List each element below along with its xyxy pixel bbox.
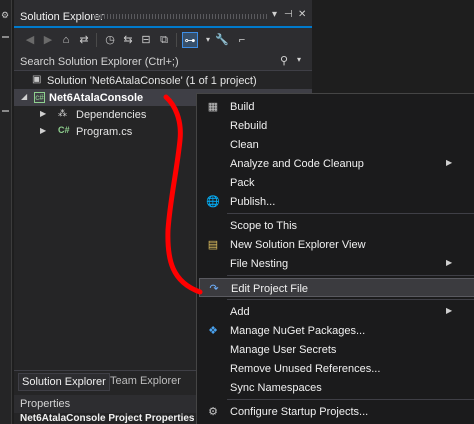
menu-item-analyze[interactable]: Analyze and Code Cleanup ▶ [199, 154, 474, 173]
publish-icon: 🌐 [206, 196, 220, 208]
collapsed-icon[interactable]: ▶ [40, 109, 46, 118]
menu-item-file-nesting[interactable]: File Nesting ▶ [199, 254, 474, 273]
search-icon[interactable]: ⚲ [280, 54, 288, 67]
collapse-all-icon[interactable]: ⊟ [138, 32, 154, 48]
menu-item-new-view[interactable]: ▤ New Solution Explorer View [199, 235, 474, 254]
menu-separator [227, 299, 474, 300]
solution-icon: ▣ [32, 74, 42, 85]
title-grip[interactable] [92, 14, 268, 19]
pin-icon[interactable]: ⊣ [284, 9, 293, 20]
dependencies-label: Dependencies [76, 109, 147, 121]
menu-item-clean[interactable]: Clean [199, 135, 474, 154]
menu-item-rebuild[interactable]: Rebuild [199, 116, 474, 135]
menu-item-user-secrets[interactable]: Manage User Secrets [199, 340, 474, 359]
menu-separator [227, 275, 474, 276]
program-label: Program.cs [76, 126, 133, 138]
nuget-icon: ❖ [208, 325, 218, 337]
show-all-files-icon[interactable]: ⧉ [156, 32, 172, 48]
gear-icon[interactable]: ⚙ [1, 10, 9, 21]
sync-icon[interactable]: ⇆ [120, 32, 136, 48]
build-icon: ▦ [207, 101, 219, 113]
submenu-arrow-icon: ▶ [446, 258, 453, 267]
menu-item-publish[interactable]: 🌐 Publish... [199, 192, 474, 211]
edit-file-icon: ↷ [209, 283, 219, 295]
menu-item-scope[interactable]: Scope to This [199, 216, 474, 235]
project-label: Net6AtalaConsole [49, 92, 144, 104]
menu-item-add[interactable]: Add ▶ [199, 302, 474, 321]
settings-icon: ⚙ [208, 406, 218, 418]
close-icon[interactable]: ✕ [298, 9, 306, 20]
menu-item-build[interactable]: ▦ Build [199, 97, 474, 116]
forward-icon[interactable]: ▶ [40, 32, 56, 48]
home-icon[interactable]: ⌂ [58, 32, 74, 48]
tab-team-explorer[interactable]: Team Explorer [110, 375, 181, 387]
properties-icon[interactable]: 🔧 [214, 32, 230, 48]
strip-marker-icon [2, 36, 9, 38]
tab-solution-explorer[interactable]: Solution Explorer [18, 373, 110, 391]
strip-marker-icon [2, 110, 9, 112]
submenu-arrow-icon: ▶ [446, 306, 453, 315]
dropdown-icon[interactable]: ▾ [272, 9, 277, 20]
menu-item-sync-namespaces[interactable]: Sync Namespaces [199, 378, 474, 397]
collapsed-icon[interactable]: ▶ [40, 126, 46, 135]
search-input[interactable]: Search Solution Explorer (Ctrl+;) [20, 56, 179, 68]
menu-item-startup[interactable]: ⚙ Configure Startup Projects... [199, 402, 474, 421]
menu-item-nuget[interactable]: ❖ Manage NuGet Packages... [199, 321, 474, 340]
properties-object-label: Net6AtalaConsole Project Properties [20, 413, 195, 424]
csharp-project-icon: c# [34, 92, 45, 103]
menu-separator [227, 213, 474, 214]
back-icon[interactable]: ◀ [22, 32, 38, 48]
menu-item-remove-refs[interactable]: Remove Unused References... [199, 359, 474, 378]
expanded-icon[interactable]: ◢ [21, 92, 27, 101]
dependencies-icon: ⁂ [58, 108, 67, 118]
solution-node[interactable]: ▣ Solution 'Net6AtalaConsole' (1 of 1 pr… [14, 72, 312, 89]
left-tool-strip: ⚙ [0, 0, 12, 424]
menu-separator [227, 399, 474, 400]
search-box[interactable]: Search Solution Explorer (Ctrl+;) ⚲ ▾ [14, 51, 312, 71]
menu-item-pack[interactable]: Pack [199, 173, 474, 192]
solution-label: Solution 'Net6AtalaConsole' (1 of 1 proj… [47, 75, 257, 87]
menu-item-edit-project-file[interactable]: ↷ Edit Project File [199, 278, 474, 297]
history-icon[interactable]: ◷ [102, 32, 118, 48]
switch-views-icon[interactable]: ⇄ [76, 32, 92, 48]
active-panel-underline [14, 26, 312, 28]
submenu-arrow-icon: ▶ [446, 158, 453, 167]
panel-title-bar: Solution Explorer ▾ ⊣ ✕ [14, 0, 312, 29]
new-view-icon: ▤ [207, 239, 219, 251]
explorer-toolbar: ◀ ▶ ⌂ ⇄ ◷ ⇆ ⊟ ⧉ ⊶ ▾ 🔧 ⌐ [14, 29, 312, 51]
csharp-file-icon: C# [58, 125, 70, 135]
context-menu: ▦ Build Rebuild Clean Analyze and Code C… [196, 93, 474, 424]
preview-icon[interactable]: ⌐ [234, 32, 250, 48]
properties-title: Properties [20, 398, 71, 410]
filter-icon[interactable]: ⊶ [182, 32, 198, 48]
search-options-icon[interactable]: ▾ [297, 55, 301, 64]
